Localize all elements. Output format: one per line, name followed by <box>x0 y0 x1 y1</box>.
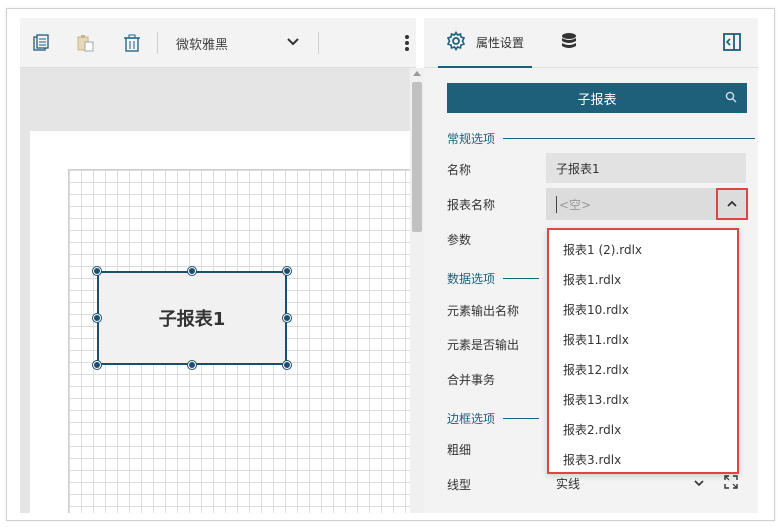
gear-icon <box>446 30 466 54</box>
panel-collapse-icon[interactable] <box>722 32 744 54</box>
toolbar-separator <box>157 32 158 54</box>
dropdown-option[interactable]: 报表3.rdlx <box>549 444 737 474</box>
label-line-type: 线型 <box>447 478 472 492</box>
resize-handle-e[interactable] <box>283 314 291 322</box>
panel-tabs: 属性设置 <box>424 18 758 68</box>
section-border-label: 边框选项 <box>447 412 496 426</box>
delete-icon[interactable] <box>121 32 143 54</box>
report-name-dropdown-list: 报表1 (2).rdlx 报表1.rdlx 报表10.rdlx 报表11.rdl… <box>547 228 739 474</box>
resize-handle-ne[interactable] <box>283 267 291 275</box>
scrollbar-thumb[interactable] <box>412 82 422 232</box>
chevron-up-icon <box>727 197 737 211</box>
subreport-control[interactable]: 子报表1 <box>93 267 291 369</box>
resize-handle-w[interactable] <box>93 314 101 322</box>
search-icon[interactable] <box>725 91 737 107</box>
name-field[interactable]: 子报表1 <box>546 153 746 183</box>
tab-properties-label: 属性设置 <box>476 35 525 50</box>
paste-icon[interactable] <box>75 32 97 54</box>
section-data: 数据选项 <box>447 270 540 287</box>
label-merge-transaction: 合并事务 <box>447 373 496 387</box>
resize-handle-sw[interactable] <box>93 361 101 369</box>
chevron-down-icon <box>286 36 300 51</box>
name-value: 子报表1 <box>556 161 600 176</box>
resize-handle-n[interactable] <box>188 267 196 275</box>
section-divider <box>503 278 540 279</box>
dropdown-option[interactable]: 报表10.rdlx <box>549 294 737 324</box>
dropdown-option[interactable]: 报表11.rdlx <box>549 324 737 354</box>
section-general-label: 常规选项 <box>447 132 496 146</box>
report-name-dropdown-button[interactable] <box>716 188 748 220</box>
properties-panel: 属性设置 子报表 常规选项 名称 子报表1 报表名称 <空> 参数 数据选项 元… <box>424 18 758 513</box>
chevron-down-icon <box>694 476 704 490</box>
database-icon <box>560 32 578 55</box>
line-type-value: 实线 <box>556 476 581 491</box>
section-data-label: 数据选项 <box>447 272 496 286</box>
resize-handle-nw[interactable] <box>93 267 101 275</box>
label-report-name: 报表名称 <box>447 198 496 212</box>
search-label: 子报表 <box>577 92 617 108</box>
control-type-search[interactable]: 子报表 <box>447 83 747 113</box>
subreport-label: 子报表1 <box>158 309 226 330</box>
expand-icon[interactable] <box>724 475 738 489</box>
copy-icon[interactable] <box>30 32 52 54</box>
tab-properties[interactable]: 属性设置 <box>438 18 533 68</box>
report-page[interactable]: 子报表1 <box>30 131 410 513</box>
label-element-output-name: 元素输出名称 <box>447 304 520 318</box>
label-element-output: 元素是否输出 <box>447 338 520 352</box>
label-parameters: 参数 <box>447 233 472 247</box>
resize-handle-se[interactable] <box>283 361 291 369</box>
scroll-up-arrow-icon[interactable] <box>413 71 421 76</box>
dropdown-option[interactable]: 报表1 (2).rdlx <box>549 234 737 264</box>
dropdown-option[interactable]: 报表13.rdlx <box>549 384 737 414</box>
report-name-placeholder: <空> <box>556 195 591 213</box>
design-canvas[interactable]: 子报表1 <box>20 68 410 513</box>
section-divider <box>503 138 756 139</box>
dropdown-option[interactable]: 报表2.rdlx <box>549 414 737 444</box>
label-name: 名称 <box>447 163 472 177</box>
section-general: 常规选项 <box>447 130 756 147</box>
tab-data-source[interactable] <box>556 30 582 56</box>
font-family-value: 微软雅黑 <box>176 37 229 53</box>
dropdown-option[interactable]: 报表1.rdlx <box>549 264 737 294</box>
resize-handle-s[interactable] <box>188 361 196 369</box>
canvas-scrollbar[interactable] <box>410 68 424 513</box>
toolbar: 微软雅黑 <box>20 18 416 68</box>
label-thickness: 粗细 <box>447 443 472 457</box>
dropdown-option[interactable]: 报表12.rdlx <box>549 354 737 384</box>
section-divider <box>503 418 540 419</box>
section-border: 边框选项 <box>447 410 540 427</box>
more-vertical-icon[interactable] <box>396 32 418 54</box>
toolbar-separator <box>318 32 319 54</box>
font-family-select[interactable]: 微软雅黑 <box>170 30 308 56</box>
